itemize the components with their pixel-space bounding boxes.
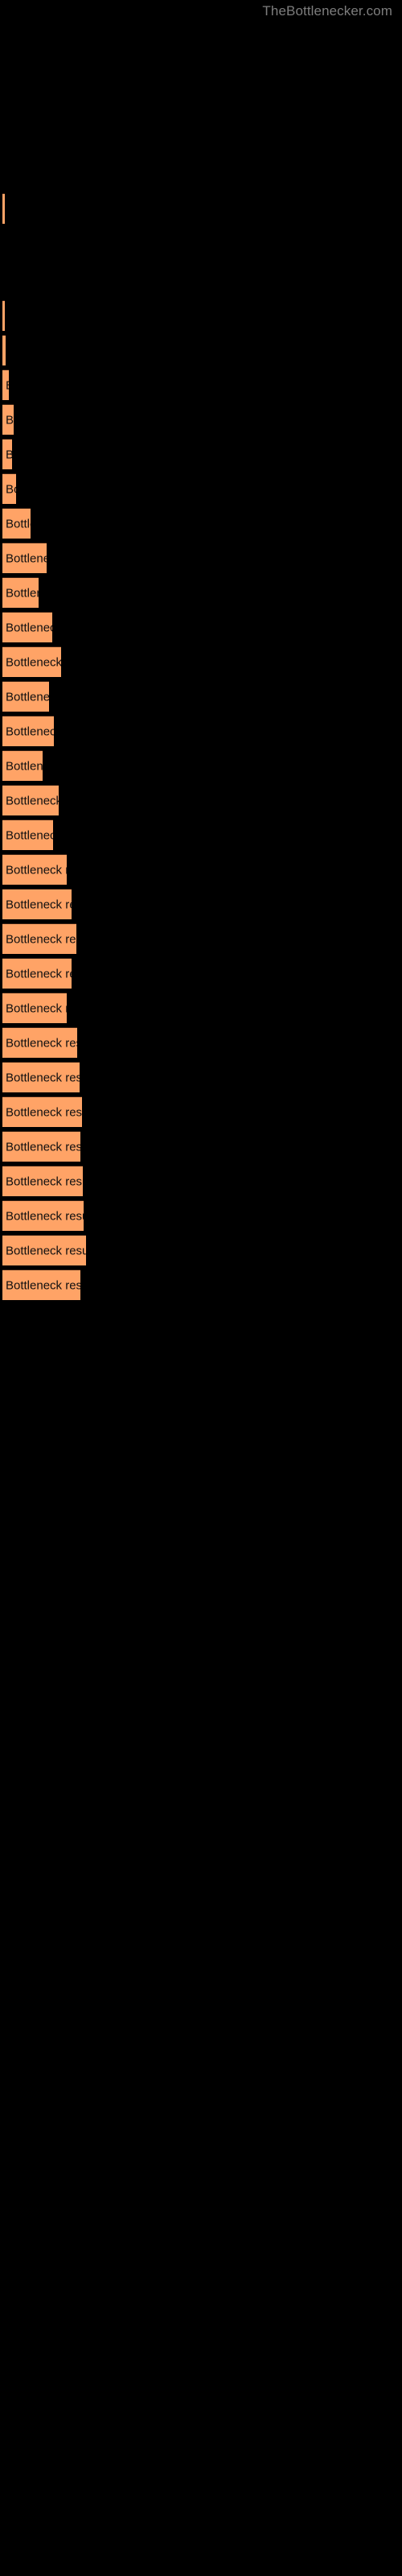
bar[interactable]: Bottleneck result (2, 439, 12, 469)
bar-label: Bottleneck result (6, 1036, 77, 1050)
bar-label: Bottleneck result (6, 1071, 80, 1084)
bottleneck-chart: TheBottlenecker.com Bottleneck resultBot… (0, 0, 402, 2576)
bar[interactable]: Bottleneck result (2, 958, 72, 989)
bar-label: Bottleneck result (6, 1001, 67, 1015)
bar-label: Bottleneck result (6, 690, 49, 704)
bar-label: Bottleneck result (6, 898, 72, 911)
bar-row: Bottleneck result (0, 300, 402, 331)
bar-label: Bottleneck result (6, 759, 43, 773)
bar[interactable]: Bottleneck result (2, 716, 54, 746)
bar-row: Bottleneck result (0, 1235, 402, 1265)
bar-row: Bottleneck result (0, 543, 402, 573)
bar-row: Bottleneck result (0, 1200, 402, 1231)
bar-row: Bottleneck result (0, 750, 402, 781)
bar-label: Bottleneck result (6, 1105, 82, 1119)
bar-label: Bottleneck result (6, 932, 76, 946)
bar[interactable]: Bottleneck result (2, 335, 6, 365)
bar-label: Bottleneck result (6, 586, 39, 600)
bar-row: Bottleneck result (0, 819, 402, 850)
bar[interactable]: Bottleneck result (2, 508, 31, 539)
bar-label: Bottleneck result (6, 378, 9, 392)
bar-row: Bottleneck result (0, 335, 402, 365)
bar-row: Bottleneck result (0, 1027, 402, 1058)
bar-row: Bottleneck result (0, 1096, 402, 1127)
bar-row: Bottleneck result (0, 612, 402, 642)
bar-label: Bottleneck result (6, 621, 52, 634)
bar[interactable]: Bottleneck result (2, 369, 9, 400)
bar[interactable]: Bottleneck result (2, 1027, 77, 1058)
bar-row: Bottleneck result (0, 1131, 402, 1162)
bar-label: Bottleneck result (6, 724, 54, 738)
bar-row: Bottleneck result (0, 404, 402, 435)
bar[interactable]: Bottleneck result (2, 612, 52, 642)
bar-label: Bottleneck result (6, 794, 59, 807)
bar-label: Bottleneck result (6, 551, 47, 565)
bar-label: Bottleneck result (6, 1140, 80, 1154)
bar-row: Bottleneck result (0, 716, 402, 746)
bar[interactable]: Bottleneck result (2, 681, 49, 712)
bar-label: Bottleneck result (6, 863, 67, 877)
bar-row: Bottleneck result (0, 193, 402, 224)
bar-row: Bottleneck result (0, 1166, 402, 1196)
bar-label: Bottleneck result (6, 413, 14, 427)
bar[interactable]: Bottleneck result (2, 1096, 82, 1127)
bar[interactable]: Bottleneck result (2, 404, 14, 435)
bar-row: Bottleneck result (0, 646, 402, 677)
bar[interactable]: Bottleneck result (2, 923, 76, 954)
bar[interactable]: Bottleneck result (2, 993, 67, 1023)
bar[interactable]: Bottleneck result (2, 1131, 80, 1162)
bar[interactable]: Bottleneck result (2, 1235, 86, 1265)
bar[interactable]: Bottleneck result (2, 193, 5, 224)
bar[interactable]: Bottleneck result (2, 473, 16, 504)
bar[interactable]: Bottleneck result (2, 543, 47, 573)
bar[interactable]: Bottleneck result (2, 1062, 80, 1092)
bar-row: Bottleneck result (0, 1062, 402, 1092)
bar-label: Bottleneck result (6, 517, 31, 530)
bar[interactable]: Bottleneck result (2, 854, 67, 885)
bar-row: Bottleneck result (0, 785, 402, 815)
bar-label: Bottleneck result (6, 482, 16, 496)
bar-label: Bottleneck result (6, 1174, 83, 1188)
bar-row: Bottleneck result (0, 958, 402, 989)
bar-row: Bottleneck result (0, 854, 402, 885)
bar[interactable]: Bottleneck result (2, 819, 53, 850)
bar-row: Bottleneck result (0, 508, 402, 539)
bar-label: Bottleneck result (6, 448, 12, 461)
bar[interactable]: Bottleneck result (2, 889, 72, 919)
bar-row: Bottleneck result (0, 369, 402, 400)
bar-row: Bottleneck result (0, 681, 402, 712)
bar[interactable]: Bottleneck result (2, 1166, 83, 1196)
bar[interactable]: Bottleneck result (2, 1269, 80, 1300)
bar[interactable]: Bottleneck result (2, 577, 39, 608)
bar-row: Bottleneck result (0, 439, 402, 469)
bar-label: Bottleneck result (6, 1278, 80, 1292)
bar[interactable]: Bottleneck result (2, 1200, 84, 1231)
bar-label: Bottleneck result (6, 1244, 86, 1257)
bar-row: Bottleneck result (0, 473, 402, 504)
bar-label: Bottleneck result (6, 1209, 84, 1223)
bar-row: Bottleneck result (0, 993, 402, 1023)
bar-label: Bottleneck result (6, 828, 53, 842)
bar-label: Bottleneck result (6, 967, 72, 980)
bar[interactable]: Bottleneck result (2, 646, 61, 677)
bar-row: Bottleneck result (0, 577, 402, 608)
bar[interactable]: Bottleneck result (2, 785, 59, 815)
bar[interactable]: Bottleneck result (2, 300, 5, 331)
plot-area: Bottleneck result Bottleneck result Bottle… (0, 0, 402, 2576)
bar-row: Bottleneck result (0, 889, 402, 919)
bar[interactable]: Bottleneck result (2, 750, 43, 781)
bar-label: Bottleneck result (6, 655, 61, 669)
bar-row: Bottleneck result (0, 1269, 402, 1300)
bar-row: Bottleneck result (0, 923, 402, 954)
